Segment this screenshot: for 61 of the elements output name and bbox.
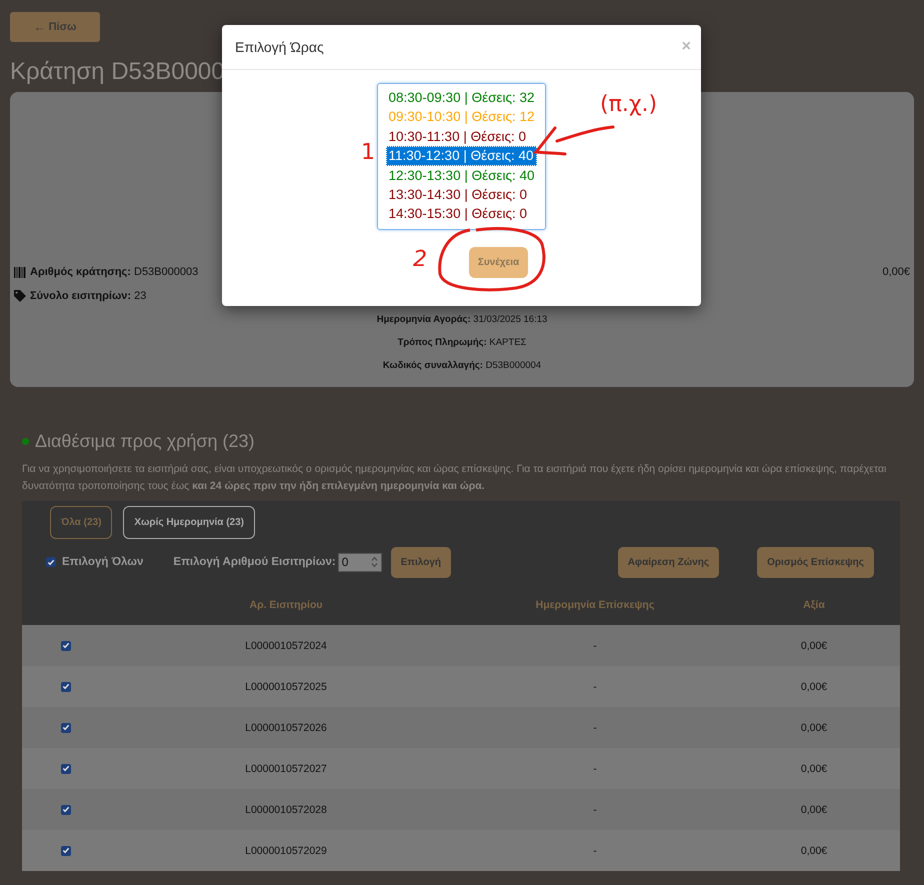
time-slot-option[interactable]: 10:30-11:30 | Θέσεις: 0 [388, 126, 536, 146]
row-checkbox[interactable] [61, 682, 71, 692]
select-all-checkbox[interactable] [46, 557, 56, 567]
dialog-title: Επιλογή Ώρας [235, 39, 324, 55]
booking-amount: 0,00€ [882, 266, 910, 278]
table-cell-text: L0000010572028 [244, 804, 328, 816]
handwritten-number: 1 [361, 142, 375, 164]
table-cell-text: - [592, 722, 598, 734]
count-field[interactable]: 0 [338, 552, 382, 572]
table-cell-text: L0000010572026 [244, 722, 328, 734]
table-cell-text: - [592, 804, 598, 816]
time-slot-list[interactable]: 08:30-09:30 | Θέσεις: 32 09:30-10:30 | Θέσεις: 12 10:30-11:30 | Θέσεις: 0 11:30-12:30 | Θέσεις: 40 12:30-13:30 | Θέσεις: 40 13:30-14:30 | Θέσεις: 0 14:30-15:30 | Θέσεις: 0 [376, 83, 546, 230]
table-cell-text: - [592, 844, 598, 856]
column-header: Αρ. Εισιτηρίου [248, 599, 324, 611]
time-slot-option[interactable]: 12:30-13:30 | Θέσεις: 40 [388, 166, 536, 186]
barcode-icon [14, 266, 26, 278]
select-all-label: Επιλογή Όλων [62, 556, 144, 568]
time-slot-option[interactable]: 11:30-12:30 | Θέσεις: 40 [386, 146, 538, 166]
page-title: Κράτηση D53B0000 [10, 57, 226, 87]
table-cell-text: 0,00€ [800, 804, 828, 816]
column-header: Αξία [802, 599, 826, 611]
tag-icon [14, 290, 26, 302]
table-cell-text: 0,00€ [800, 680, 828, 692]
row-checkbox[interactable] [61, 764, 71, 774]
booking-number: Αριθμός κράτησης: D53B000003 [30, 266, 198, 278]
count-label: Επιλογή Αριθμού Εισιτηρίων: [173, 556, 336, 568]
section-title: Διαθέσιμα προς χρήση (23) [35, 430, 255, 452]
time-slot-option[interactable]: 14:30-15:30 | Θέσεις: 0 [388, 204, 536, 224]
table-cell-text: 0,00€ [800, 844, 828, 856]
booking-detail: Ημερομηνία Αγοράς: 31/03/2025 16:13 [376, 313, 548, 327]
table-cell-text: L0000010572025 [244, 680, 328, 692]
remove-zone-button[interactable]: Αφαίρεση Ζώνης [618, 546, 720, 578]
handwritten-number: 2 [413, 249, 427, 271]
ticket-total: Σύνολο εισιτηρίων: 23 [30, 290, 146, 302]
row-checkbox[interactable] [61, 804, 71, 814]
table-cell-text: - [592, 680, 598, 692]
table-cell-text: 0,00€ [800, 762, 828, 774]
select-button[interactable]: Επιλογή [390, 546, 452, 578]
time-slot-option[interactable]: 08:30-09:30 | Θέσεις: 32 [388, 88, 536, 108]
row-checkbox[interactable] [61, 846, 71, 856]
booking-detail: Τρόπος Πληρωμής: ΚΑΡΤΕΣ [396, 336, 528, 350]
filter-tab[interactable]: Χωρίς Ημερομηνία (23) [123, 506, 255, 539]
spinner-icon [370, 556, 378, 568]
row-checkbox[interactable] [61, 722, 71, 732]
filter-tab[interactable]: Όλα (23) [50, 506, 112, 539]
info-text: Για να χρησιμοποιήσετε τα εισιτήριά σας, είναι υποχρεωτικός ο ορισμός ημερομηνίας και ώρας επίσκεψης. Για τα εισιτήριά που έχετε ήδη ορίσει ημερομηνία και ώρα επίσκεψης, παρέχεται δυνατότητα τροποποίησης τους έως και 24 ώρες πριν την ήδη επιλεγμένη ημερομηνία και ώρα. [22, 462, 888, 494]
row-checkbox[interactable] [61, 640, 71, 650]
time-slot-option[interactable]: 13:30-14:30 | Θέσεις: 0 [388, 185, 536, 204]
table-cell-text: L0000010572027 [244, 762, 328, 774]
table-cell-text: L0000010572024 [244, 640, 328, 652]
table-cell-text: 0,00€ [800, 640, 828, 652]
table-cell-text: - [592, 762, 598, 774]
table-cell-text: 0,00€ [800, 722, 828, 734]
table-cell-text: - [592, 640, 598, 652]
handwritten-note: (π.χ.) [600, 94, 658, 116]
column-header: Ημερομηνία Επίσκεψης [534, 599, 656, 611]
table-cell-text: L0000010572029 [244, 844, 328, 856]
set-visit-button[interactable]: Ορισμός Επίσκεψης [757, 546, 874, 578]
status-dot [22, 438, 29, 444]
booking-detail: Κωδικός συναλλαγής: D53B000004 [382, 359, 542, 373]
continue-button[interactable]: Συνέχεια [469, 246, 528, 278]
